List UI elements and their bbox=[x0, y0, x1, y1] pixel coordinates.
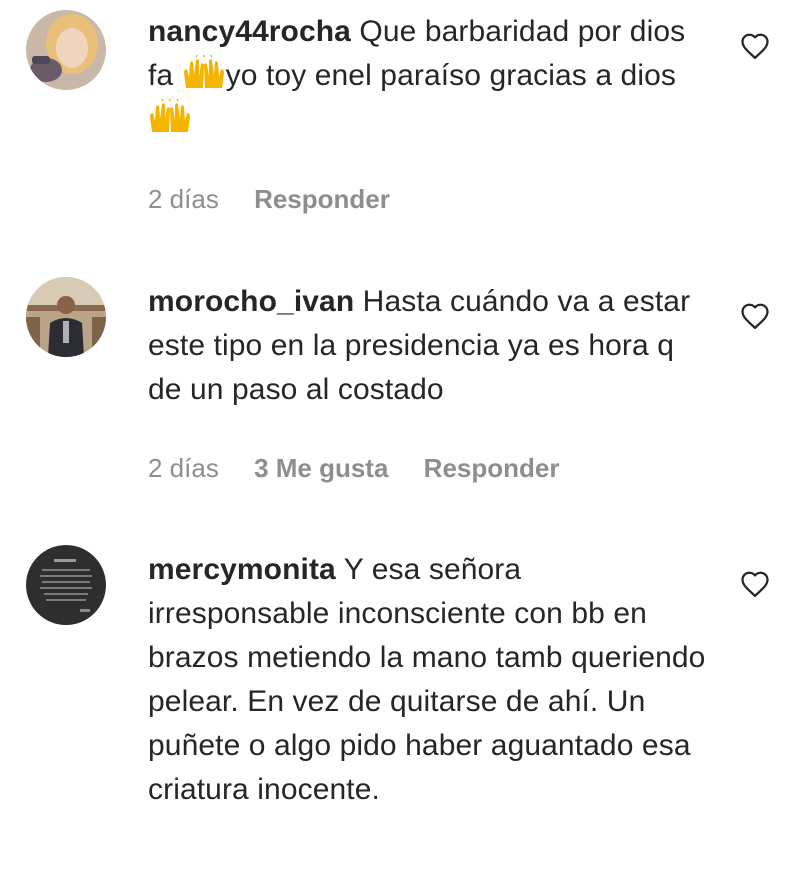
reply-button[interactable]: Responder bbox=[254, 184, 390, 214]
raising-hands-emoji bbox=[148, 98, 192, 133]
comment-text: morocho_ivan Hasta cuándo va a estar est… bbox=[148, 280, 708, 412]
heart-outline-icon[interactable] bbox=[740, 302, 770, 330]
like-count[interactable]: 3 Me gusta bbox=[254, 453, 388, 483]
comment-body: Y esa señora irresponsable inconsciente … bbox=[148, 553, 706, 806]
avatar[interactable] bbox=[26, 545, 106, 625]
avatar[interactable] bbox=[26, 10, 106, 90]
comment-meta: 2 días Responder bbox=[148, 184, 418, 214]
comment-text: nancy44rocha Que barbaridad por dios fa … bbox=[148, 10, 708, 142]
heart-outline-icon[interactable] bbox=[740, 32, 770, 60]
comment-time[interactable]: 2 días bbox=[148, 453, 219, 483]
comment-time[interactable]: 2 días bbox=[148, 184, 219, 214]
comment-username[interactable]: nancy44rocha bbox=[148, 15, 351, 48]
comment-body-cont: yo toy enel paraíso gracias a dios bbox=[225, 59, 676, 92]
reply-button[interactable]: Responder bbox=[424, 453, 560, 483]
comment-meta: 2 días 3 Me gusta Responder bbox=[148, 453, 587, 483]
comment-username[interactable]: mercymonita bbox=[148, 553, 336, 586]
raising-hands-emoji bbox=[182, 54, 226, 89]
comment-text: mercymonita Y esa señora irresponsable i… bbox=[148, 548, 708, 812]
avatar[interactable] bbox=[26, 277, 106, 357]
comment-username[interactable]: morocho_ivan bbox=[148, 285, 354, 318]
heart-outline-icon[interactable] bbox=[740, 570, 770, 598]
